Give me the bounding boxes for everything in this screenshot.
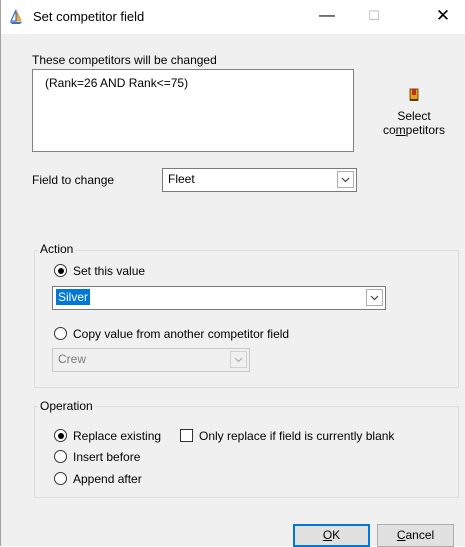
replace-existing-label[interactable]: Replace existing [73,429,161,443]
competitors-label: These competitors will be changed [32,53,217,67]
select-competitors-button[interactable]: Select competitors [374,88,454,148]
minimize-button[interactable]: — [304,0,350,34]
ok-button[interactable]: OK [293,524,370,547]
replace-existing-radio[interactable] [54,429,67,442]
maximize-button[interactable]: ☐ [351,0,397,34]
title-bar[interactable]: Set competitor field — ☐ ✕ [1,0,465,34]
set-value-radio[interactable] [54,264,67,277]
chevron-down-icon[interactable] [366,289,383,306]
append-after-label[interactable]: Append after [73,472,142,486]
cancel-button[interactable]: Cancel [377,524,454,547]
bookmark-flag-icon [409,88,419,101]
select-competitors-label: Select competitors [382,109,446,137]
chevron-down-icon[interactable] [337,171,354,188]
chevron-down-icon[interactable] [230,351,247,368]
set-value-dropdown[interactable]: Silver [52,286,386,310]
window-title: Set competitor field [33,9,145,24]
field-to-change-dropdown[interactable]: Fleet [162,168,357,192]
competitors-filter-box[interactable]: (Rank=26 AND Rank<=75) [32,69,354,152]
set-value-label[interactable]: Set this value [73,264,145,278]
set-value-selected-text: Silver [56,289,91,305]
append-after-radio[interactable] [54,472,67,485]
only-blank-checkbox[interactable] [180,429,193,442]
copy-value-radio[interactable] [54,327,67,340]
field-to-change-label: Field to change [32,173,115,187]
copy-field-dropdown[interactable]: Crew [52,348,250,372]
sailboat-icon [10,9,22,24]
copy-field-value: Crew [58,352,87,366]
operation-legend: Operation [38,399,95,413]
action-legend: Action [38,242,76,256]
insert-before-label[interactable]: Insert before [73,450,140,464]
only-blank-label[interactable]: Only replace if field is currently blank [199,429,394,443]
field-to-change-value: Fleet [168,172,195,186]
insert-before-radio[interactable] [54,450,67,463]
competitors-filter-text: (Rank=26 AND Rank<=75) [45,76,189,90]
close-button[interactable]: ✕ [420,0,465,34]
copy-value-label[interactable]: Copy value from another competitor field [73,327,289,341]
